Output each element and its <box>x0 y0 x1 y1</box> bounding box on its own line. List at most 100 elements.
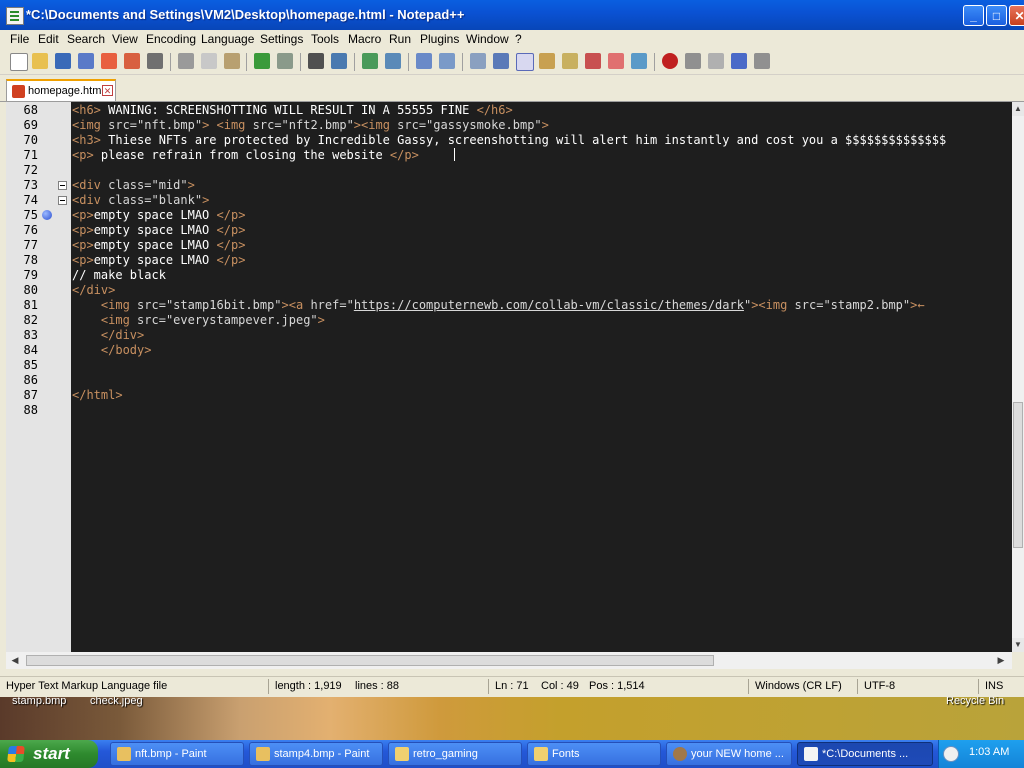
menu-window[interactable]: Window <box>466 32 509 46</box>
undo-icon[interactable] <box>254 53 270 69</box>
menu-language[interactable]: Language <box>201 32 254 46</box>
menu-plugins[interactable]: Plugins <box>420 32 459 46</box>
close-button[interactable]: ✕ <box>1009 5 1024 26</box>
toolbar-separator <box>408 53 409 71</box>
code-line-78: <p>empty space LMAO </p> <box>72 253 246 267</box>
sync-vertical-icon[interactable] <box>416 53 432 69</box>
menu-edit[interactable]: Edit <box>38 32 59 46</box>
save-icon[interactable] <box>55 53 71 69</box>
taskbar-item-stamp4-paint[interactable]: stamp4.bmp - Paint <box>249 742 383 766</box>
folder-icon <box>534 747 548 761</box>
code-hyperlink[interactable]: https://computernewb.com/collab-vm/class… <box>354 298 744 312</box>
play-macro-icon[interactable] <box>708 53 724 69</box>
menu-search[interactable]: Search <box>67 32 105 46</box>
monitoring-eye-icon[interactable] <box>631 53 647 69</box>
word-wrap-icon[interactable] <box>470 53 486 69</box>
copy-icon[interactable] <box>201 53 217 69</box>
taskbar-item-fonts[interactable]: Fonts <box>527 742 661 766</box>
tab-homepage-html[interactable]: homepage.html ✕ <box>6 79 116 101</box>
bookmark-marker-icon[interactable] <box>42 210 52 220</box>
fold-toggle-icon[interactable] <box>58 181 67 190</box>
tab-close-icon[interactable]: ✕ <box>102 85 113 96</box>
save-macro-icon[interactable] <box>754 53 770 69</box>
clock[interactable]: 1:03 AM <box>969 746 1009 758</box>
menu-encoding[interactable]: Encoding <box>146 32 196 46</box>
show-all-characters-icon[interactable] <box>493 53 509 69</box>
horizontal-scroll-thumb[interactable] <box>26 655 714 666</box>
line-number: 78 <box>23 253 38 267</box>
line-number: 72 <box>23 163 38 177</box>
folder-workspace-icon[interactable] <box>608 53 624 69</box>
menu-tools[interactable]: Tools <box>311 32 339 46</box>
horizontal-scrollbar[interactable]: ◀ ▶ <box>6 652 1012 669</box>
code-line-83: </div> <box>72 328 145 342</box>
line-number: 76 <box>23 223 38 237</box>
line-number: 82 <box>23 313 38 327</box>
taskbar-item-nft-paint[interactable]: nft.bmp - Paint <box>110 742 244 766</box>
maximize-button[interactable]: □ <box>986 5 1007 26</box>
menu-settings[interactable]: Settings <box>260 32 303 46</box>
taskbar-item-retro-gaming[interactable]: retro_gaming <box>388 742 522 766</box>
redo-icon[interactable] <box>277 53 293 69</box>
taskbar-item-notepad[interactable]: *C:\Documents ... <box>797 742 933 766</box>
start-button[interactable]: start <box>0 740 98 768</box>
fold-toggle-icon[interactable] <box>58 196 67 205</box>
indent-guide-icon[interactable] <box>516 53 534 71</box>
code-line-81: <img src="stamp16bit.bmp"><a href="https… <box>100 298 925 312</box>
code-line-84: </body> <box>72 343 152 357</box>
user-defined-language-icon[interactable] <box>539 53 555 69</box>
line-number: 84 <box>23 343 38 357</box>
scroll-right-icon[interactable]: ▶ <box>994 654 1008 667</box>
status-eol-format: Windows (CR LF) <box>755 680 842 692</box>
open-file-icon[interactable] <box>32 53 48 69</box>
sync-horizontal-icon[interactable] <box>439 53 455 69</box>
stop-macro-icon[interactable] <box>685 53 701 69</box>
code-line-77: <p>empty space LMAO </p> <box>72 238 246 252</box>
menu-macro[interactable]: Macro <box>348 32 381 46</box>
line-number: 80 <box>23 283 38 297</box>
status-separator <box>748 679 749 694</box>
zoom-in-icon[interactable] <box>362 53 378 69</box>
document-map-icon[interactable] <box>562 53 578 69</box>
vertical-scroll-thumb[interactable] <box>1013 402 1023 548</box>
save-all-icon[interactable] <box>78 53 94 69</box>
paste-icon[interactable] <box>224 53 240 69</box>
close-all-icon[interactable] <box>124 53 140 69</box>
title-bar[interactable]: *C:\Documents and Settings\VM2\Desktop\h… <box>0 0 1024 30</box>
line-number: 71 <box>23 148 38 162</box>
minimize-button[interactable]: _ <box>963 5 984 26</box>
print-icon[interactable] <box>147 53 163 69</box>
vertical-scrollbar[interactable]: ▲ ▼ <box>1012 102 1024 652</box>
paint-icon <box>117 747 131 761</box>
function-list-icon[interactable] <box>585 53 601 69</box>
menu-file[interactable]: File <box>10 32 29 46</box>
zoom-out-icon[interactable] <box>385 53 401 69</box>
new-file-icon[interactable] <box>10 53 28 71</box>
taskbar-item-browser[interactable]: your NEW home ... <box>666 742 792 766</box>
line-number: 69 <box>23 118 38 132</box>
menu-bar: File Edit Search View Encoding Language … <box>0 30 1024 49</box>
menu-help[interactable]: ? <box>515 32 522 46</box>
status-lines: lines : 88 <box>355 680 400 692</box>
menu-view[interactable]: View <box>112 32 138 46</box>
code-editor[interactable]: 68 69 70 71 72 73 74 75 76 77 78 79 80 8… <box>6 102 1012 652</box>
status-insert-mode: INS <box>985 680 1004 692</box>
find-icon[interactable] <box>308 53 324 69</box>
close-file-icon[interactable] <box>101 53 117 69</box>
replace-icon[interactable] <box>331 53 347 69</box>
record-macro-icon[interactable] <box>662 53 678 69</box>
notepad-app-icon[interactable] <box>6 7 24 25</box>
status-separator <box>488 679 489 694</box>
run-macro-multiple-icon[interactable] <box>731 53 747 69</box>
tray-arrow-icon[interactable] <box>943 746 959 762</box>
status-length: length : 1,919 <box>275 680 342 692</box>
cut-icon[interactable] <box>178 53 194 69</box>
scroll-left-icon[interactable]: ◀ <box>8 654 22 667</box>
code-line-75: <p>empty space LMAO </p> <box>72 208 246 222</box>
scroll-up-icon[interactable]: ▲ <box>1012 102 1024 116</box>
toolbar-separator <box>354 53 355 71</box>
code-line-71: <p> please refrain from closing the webs… <box>72 148 419 162</box>
menu-run[interactable]: Run <box>389 32 411 46</box>
code-line-87: </html> <box>72 388 123 402</box>
scroll-down-icon[interactable]: ▼ <box>1012 638 1024 652</box>
